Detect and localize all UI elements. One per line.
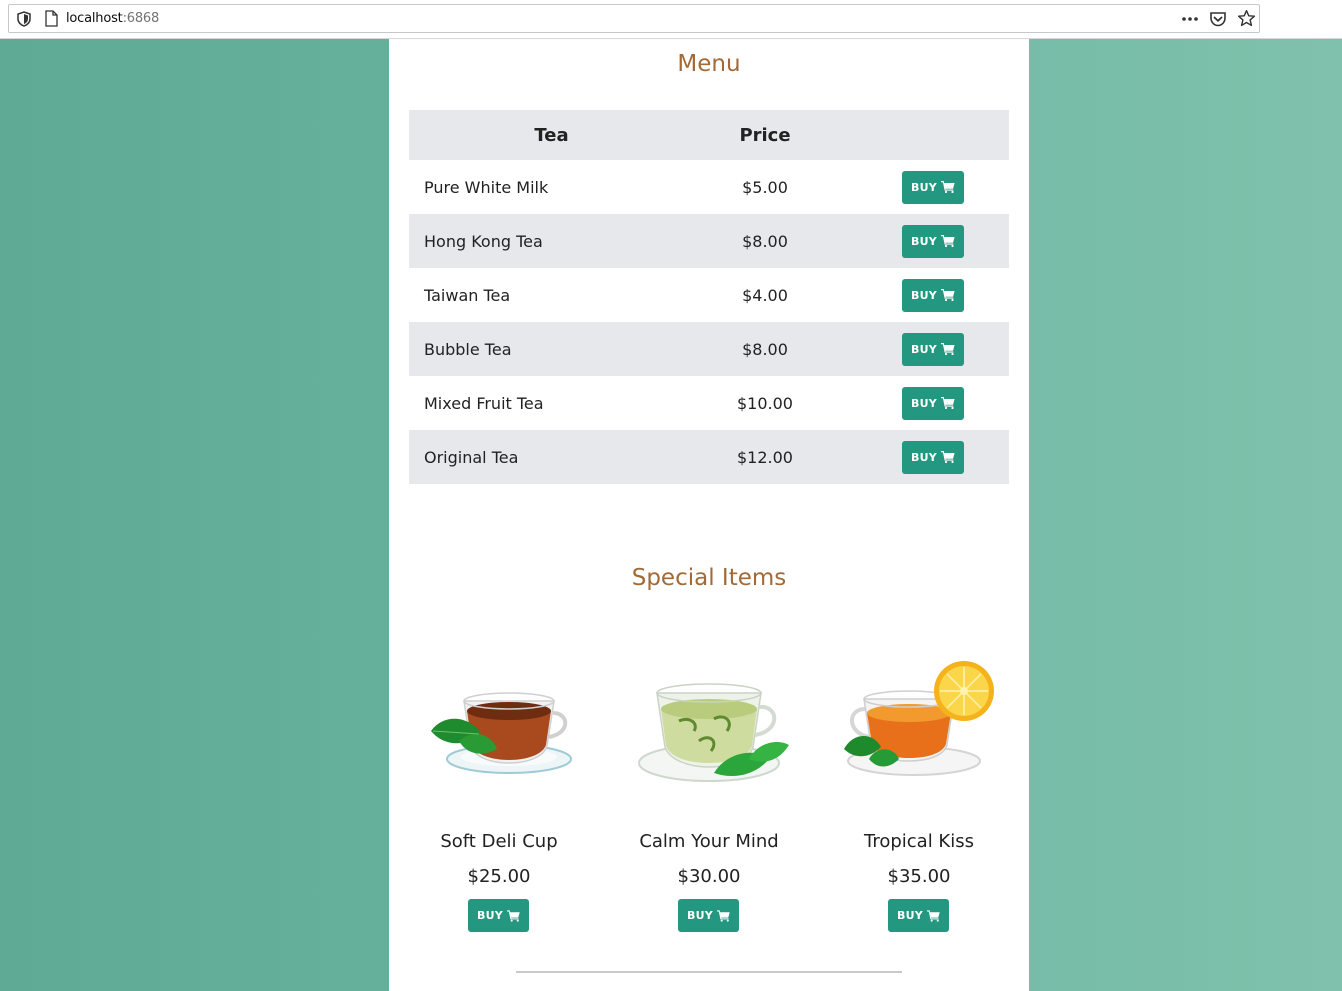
header-price: Price (694, 110, 836, 160)
menu-title: Menu (677, 51, 741, 77)
tea-price: $4.00 (742, 285, 788, 305)
cart-icon (940, 289, 955, 301)
buy-label: BUY (911, 342, 937, 356)
table-row: Original Tea $12.00 BUY (409, 430, 1009, 484)
buy-label: BUY (911, 234, 937, 248)
pocket-icon[interactable] (1209, 10, 1227, 28)
shield-icon[interactable] (17, 11, 31, 27)
tea-name: Taiwan Tea (424, 285, 511, 305)
content-panel: Menu Tea Price Pure White Milk $5.00 BUY… (389, 39, 1029, 991)
buy-button[interactable]: BUY (678, 899, 739, 932)
buy-label: BUY (911, 450, 937, 464)
buy-label: BUY (911, 180, 937, 194)
special-item-name: Tropical Kiss (863, 831, 974, 852)
menu-table: Tea Price Pure White Milk $5.00 BUY Hong… (409, 110, 1009, 484)
special-item: Calm Your Mind $30.00 BUY (619, 661, 799, 941)
page-icon (45, 10, 58, 27)
special-item-price: $35.00 (887, 866, 951, 887)
buy-label: BUY (477, 909, 503, 922)
menu-header-row: Tea Price (409, 110, 1009, 160)
buy-button[interactable]: BUY (902, 170, 964, 204)
special-item: Tropical Kiss $35.00 BUY (829, 661, 1009, 941)
special-items-grid: Soft Deli Cup $25.00 BUY Calm Your Mind … (409, 661, 1009, 961)
tea-price: $5.00 (742, 177, 788, 197)
cart-icon (940, 235, 955, 247)
special-item-name: Calm Your Mind (639, 831, 779, 852)
buy-button[interactable]: BUY (902, 278, 964, 312)
buy-label: BUY (687, 909, 713, 922)
tea-name: Hong Kong Tea (409, 214, 694, 268)
tea-price: $8.00 (694, 322, 836, 376)
browser-toolbar: localhost:6868 (0, 0, 1342, 39)
cart-icon (716, 909, 730, 922)
table-row: Mixed Fruit Tea $10.00 BUY (409, 376, 1009, 430)
buy-label: BUY (911, 396, 937, 410)
cart-icon (940, 181, 955, 193)
cart-icon (506, 909, 520, 922)
cart-icon (940, 343, 955, 355)
buy-label: BUY (897, 909, 923, 922)
special-item-price: $30.00 (677, 866, 741, 887)
buy-button[interactable]: BUY (888, 899, 949, 932)
cart-icon (940, 451, 955, 463)
tea-name: Bubble Tea (409, 322, 694, 376)
table-row: Taiwan Tea $4.00 BUY (409, 268, 1009, 322)
buy-button[interactable]: BUY (902, 332, 964, 366)
cart-icon (926, 909, 940, 922)
table-row: Pure White Milk $5.00 BUY (409, 160, 1009, 214)
url-host: localhost (66, 11, 123, 26)
tea-cup-image (844, 661, 994, 776)
tea-price: $8.00 (694, 214, 836, 268)
buy-label: BUY (911, 288, 937, 302)
header-buy (836, 110, 1009, 160)
special-item-name: Soft Deli Cup (440, 831, 558, 852)
url-text[interactable]: localhost:6868 (66, 11, 159, 26)
url-port: :6868 (122, 11, 160, 26)
address-bar[interactable]: localhost:6868 (8, 4, 1260, 33)
tea-price: $12.00 (694, 430, 836, 484)
tea-cup-image (431, 692, 572, 774)
special-item: Soft Deli Cup $25.00 BUY (409, 661, 589, 941)
tea-cup-image (638, 683, 789, 782)
table-row: Hong Kong Tea $8.00 BUY (409, 214, 1009, 268)
tea-price: $10.00 (737, 393, 793, 413)
tea-name: Pure White Milk (424, 177, 549, 197)
special-items-title: Special Items (631, 565, 787, 591)
buy-button[interactable]: BUY (902, 224, 964, 258)
header-tea: Tea (409, 110, 694, 160)
divider (516, 971, 902, 973)
cart-icon (940, 397, 955, 409)
buy-button[interactable]: BUY (902, 386, 964, 420)
buy-button[interactable]: BUY (468, 899, 529, 932)
buy-button[interactable]: BUY (902, 440, 964, 474)
star-icon[interactable] (1237, 9, 1256, 28)
special-item-price: $25.00 (467, 866, 531, 887)
tea-name: Original Tea (409, 430, 694, 484)
more-icon[interactable] (1180, 10, 1200, 28)
tea-name: Mixed Fruit Tea (424, 393, 544, 413)
table-row: Bubble Tea $8.00 BUY (409, 322, 1009, 376)
